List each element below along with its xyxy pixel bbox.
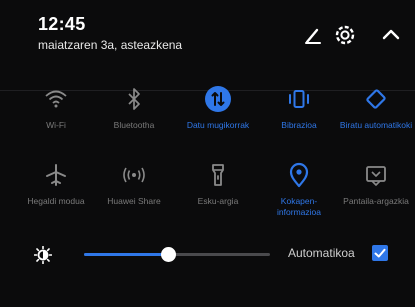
tile-bluetooth[interactable]: Bluetootha	[95, 84, 173, 131]
clock-time: 12:45	[38, 14, 86, 34]
tile-label: Biratu automatikoki	[339, 120, 413, 130]
tile-screenshot[interactable]: Pantaila-argazkia	[337, 160, 415, 207]
tile-mobile-data[interactable]: Datu mugikorrak	[179, 84, 257, 131]
date-label: maiatzaren 3a, asteazkena	[38, 38, 183, 52]
slider-thumb[interactable]	[160, 247, 176, 262]
tile-label: Hegaldi modua	[27, 196, 85, 206]
tile-label: Kokapen-informazioa	[277, 196, 321, 217]
airplane-icon	[46, 164, 66, 186]
tile-flashlight[interactable]: Esku-argia	[179, 160, 257, 207]
brightness-slider[interactable]	[84, 247, 270, 262]
brightness-icon	[34, 246, 52, 264]
tile-vibration[interactable]: Bibrazioa	[260, 84, 338, 131]
slider-fill	[84, 253, 168, 256]
wifi-icon	[45, 90, 67, 108]
auto-brightness-label: Automatikoa	[288, 246, 355, 260]
tile-auto-rotate[interactable]: Biratu automatikoki	[337, 84, 415, 131]
tile-label: Bluetootha	[113, 120, 155, 130]
edit-icon[interactable]	[301, 22, 327, 48]
tile-wifi[interactable]: Wi-Fi	[17, 84, 95, 131]
screenshot-icon	[366, 166, 386, 186]
bluetooth-icon	[128, 88, 140, 110]
tile-label: Datu mugikorrak	[186, 120, 250, 130]
tile-location[interactable]: Kokapen-informazioa	[260, 160, 338, 218]
tile-label: Bibrazioa	[281, 120, 317, 130]
auto-rotate-icon	[366, 89, 386, 109]
flashlight-icon	[212, 164, 224, 186]
vibration-icon	[289, 90, 309, 108]
auto-brightness-checkbox[interactable]	[372, 245, 388, 261]
tile-huawei-share[interactable]: Huawei Share	[95, 160, 173, 207]
settings-gear-icon[interactable]	[332, 22, 358, 48]
tile-label: Esku-argia	[197, 196, 239, 206]
share-icon	[123, 167, 145, 183]
location-icon	[289, 162, 309, 188]
collapse-chevron-up-icon[interactable]	[378, 22, 404, 48]
tile-label: Huawei Share	[107, 196, 161, 206]
tile-airplane-mode[interactable]: Hegaldi modua	[17, 160, 95, 207]
checkmark-icon	[374, 248, 386, 258]
tile-label: Pantaila-argazkia	[343, 196, 409, 206]
tile-label: Wi-Fi	[46, 120, 66, 130]
mobile-data-icon	[205, 86, 231, 112]
brightness-row: Automatikoa	[0, 240, 415, 270]
status-header: 12:45 maiatzaren 3a, asteazkena	[0, 0, 415, 88]
